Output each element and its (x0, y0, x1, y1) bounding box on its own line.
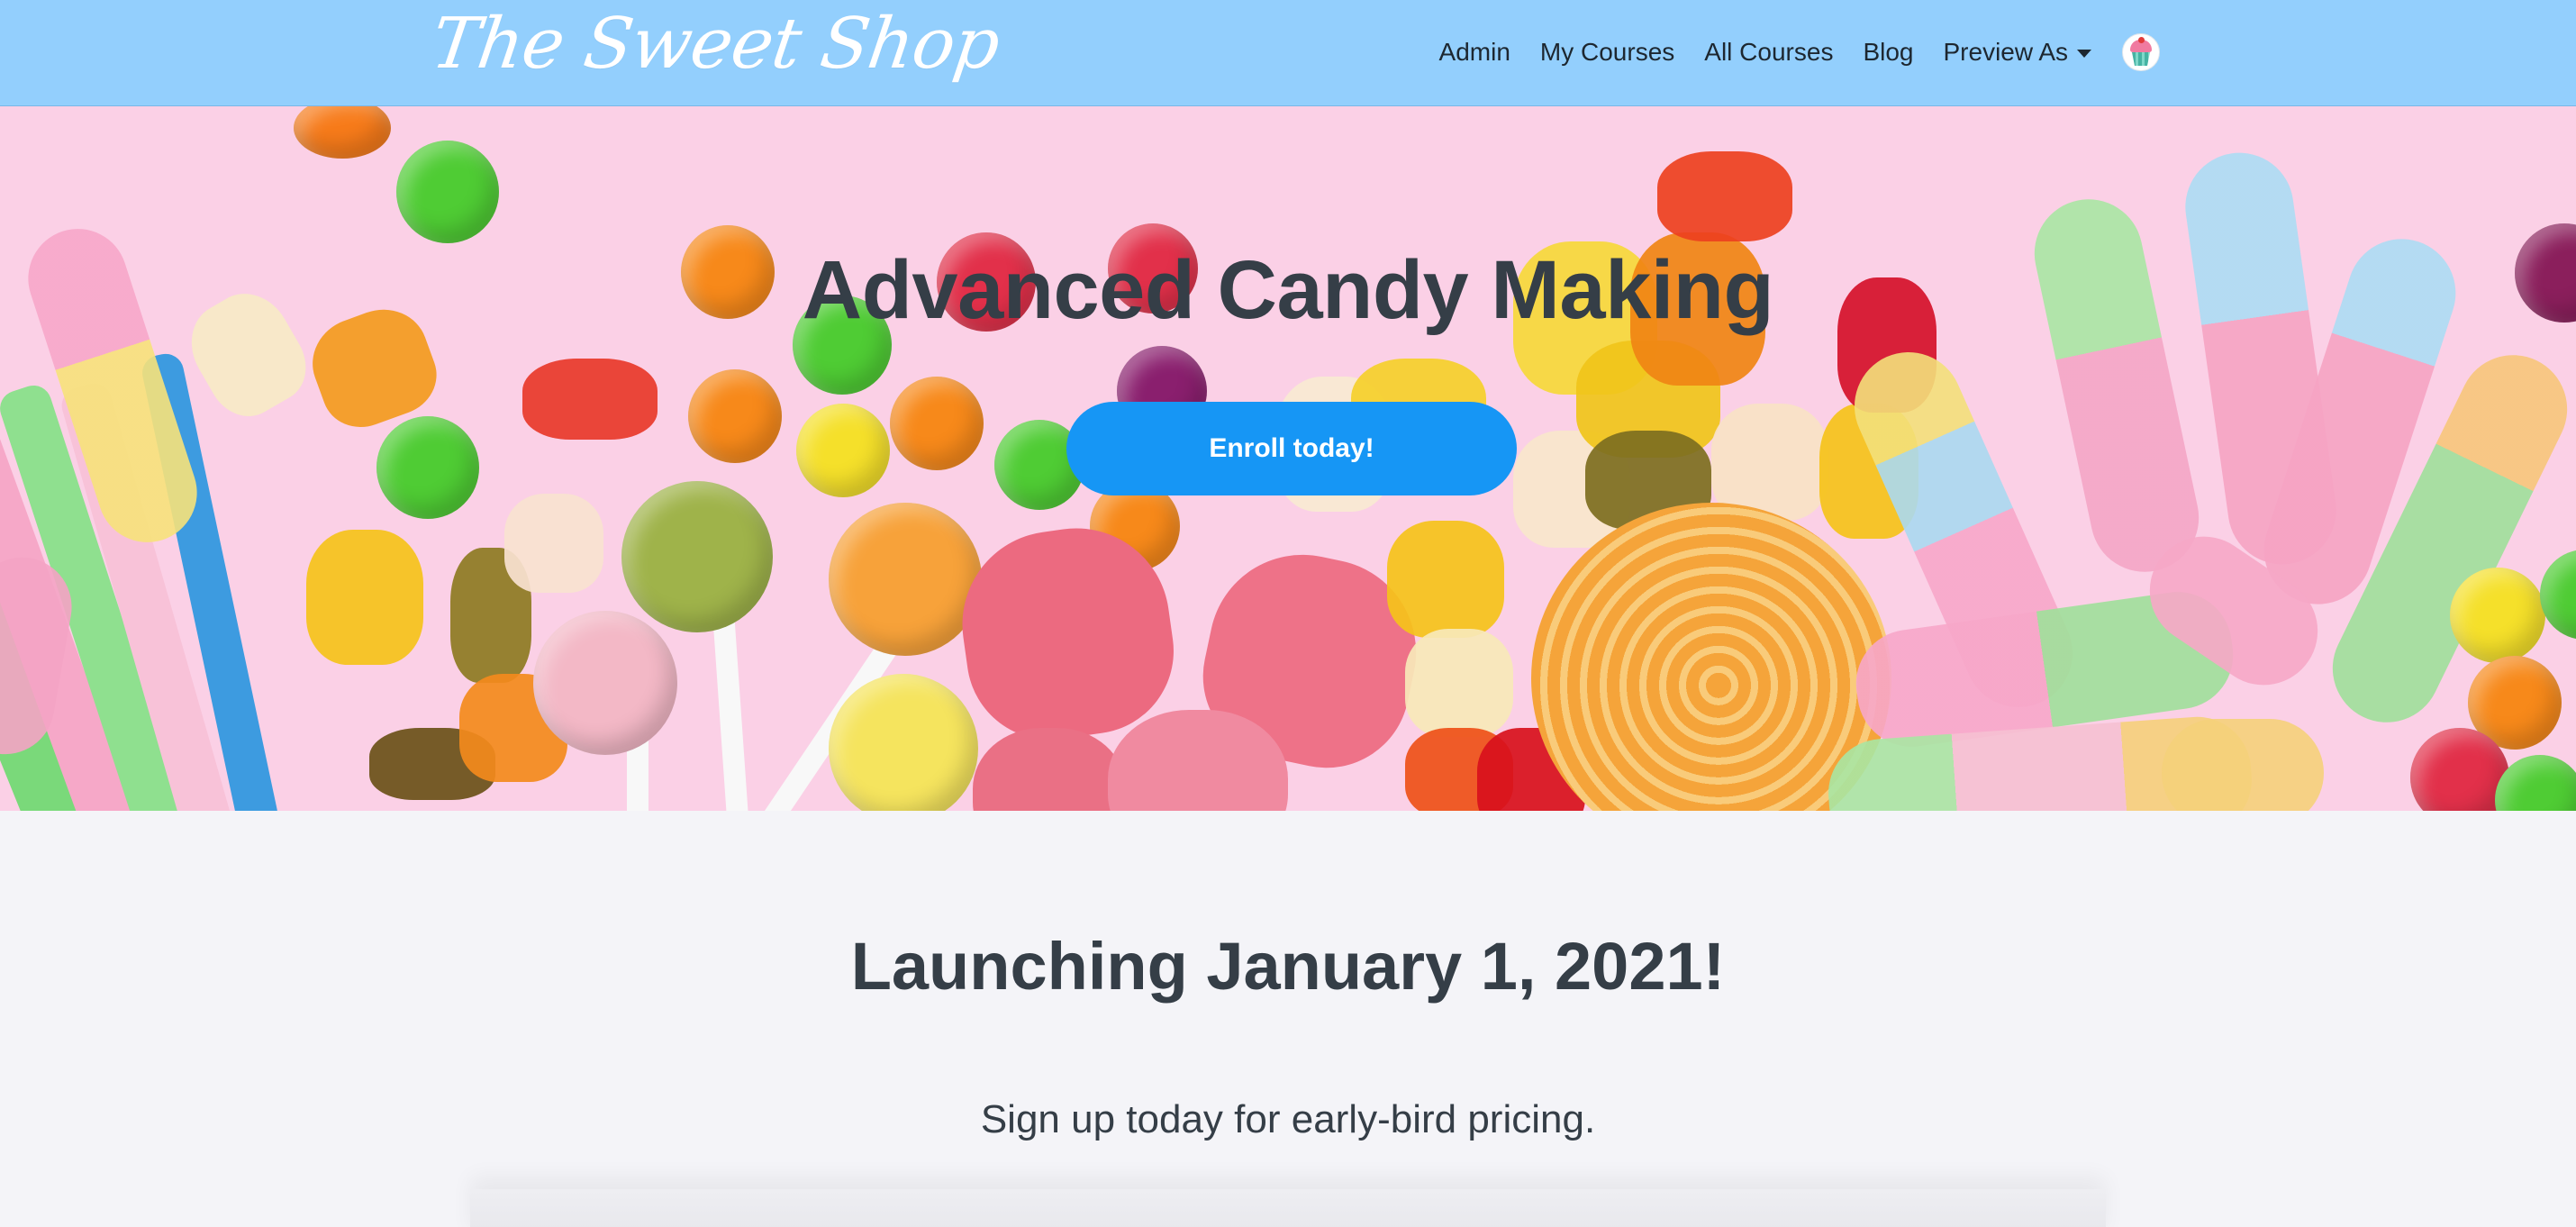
candy-ball (890, 377, 984, 470)
candy-lollipop (533, 611, 677, 755)
main-nav: Admin My Courses All Courses Blog Previe… (1410, 0, 2160, 105)
caret-down-icon (2077, 49, 2091, 58)
preview-as-dropdown[interactable]: Preview As (1943, 38, 2091, 67)
candy-lollipop (829, 674, 978, 811)
nav-link-all-courses[interactable]: All Courses (1704, 38, 1833, 67)
content-card (470, 1189, 2106, 1227)
cupcake-liner-icon (2132, 52, 2150, 66)
candy-gummy-bear (504, 494, 603, 593)
nav-link-admin[interactable]: Admin (1439, 38, 1510, 67)
nav-link-my-courses[interactable]: My Courses (1540, 38, 1674, 67)
candy-ball (796, 404, 890, 497)
candy-ball (2540, 550, 2576, 640)
candy-sour-worm (2162, 719, 2324, 811)
candy-gummy-bear (1405, 629, 1513, 737)
preview-as-label: Preview As (1943, 38, 2069, 66)
nav-link-blog[interactable]: Blog (1863, 38, 1913, 67)
candy-gummy-bear (1387, 521, 1504, 638)
candy-sugar-heart (973, 728, 1126, 811)
candy-lollipop (829, 503, 982, 656)
candy-ball (396, 141, 499, 243)
hero-banner: Advanced Candy Making Enroll today! (0, 106, 2576, 811)
candy-ball (688, 369, 782, 463)
enroll-button[interactable]: Enroll today! (1066, 402, 1517, 495)
candy-gummy-bear (522, 359, 658, 440)
navbar: The Sweet Shop Admin My Courses All Cour… (0, 0, 2576, 106)
launch-headline: Launching January 1, 2021! (850, 929, 1726, 1004)
candy-gummy-bear (306, 530, 423, 665)
course-title: Advanced Candy Making (802, 244, 1774, 336)
site-logo[interactable]: The Sweet Shop (427, 4, 1004, 85)
candy-gummy-bear (1657, 151, 1792, 241)
candy-ball (376, 416, 479, 519)
cherry-icon (2138, 37, 2145, 43)
candy-ball (2450, 568, 2545, 663)
candy-ball (294, 106, 391, 159)
candy-lollipop (621, 481, 773, 632)
user-avatar[interactable] (2122, 33, 2160, 71)
signup-subtext: Sign up today for early-bird pricing. (980, 1097, 1596, 1141)
